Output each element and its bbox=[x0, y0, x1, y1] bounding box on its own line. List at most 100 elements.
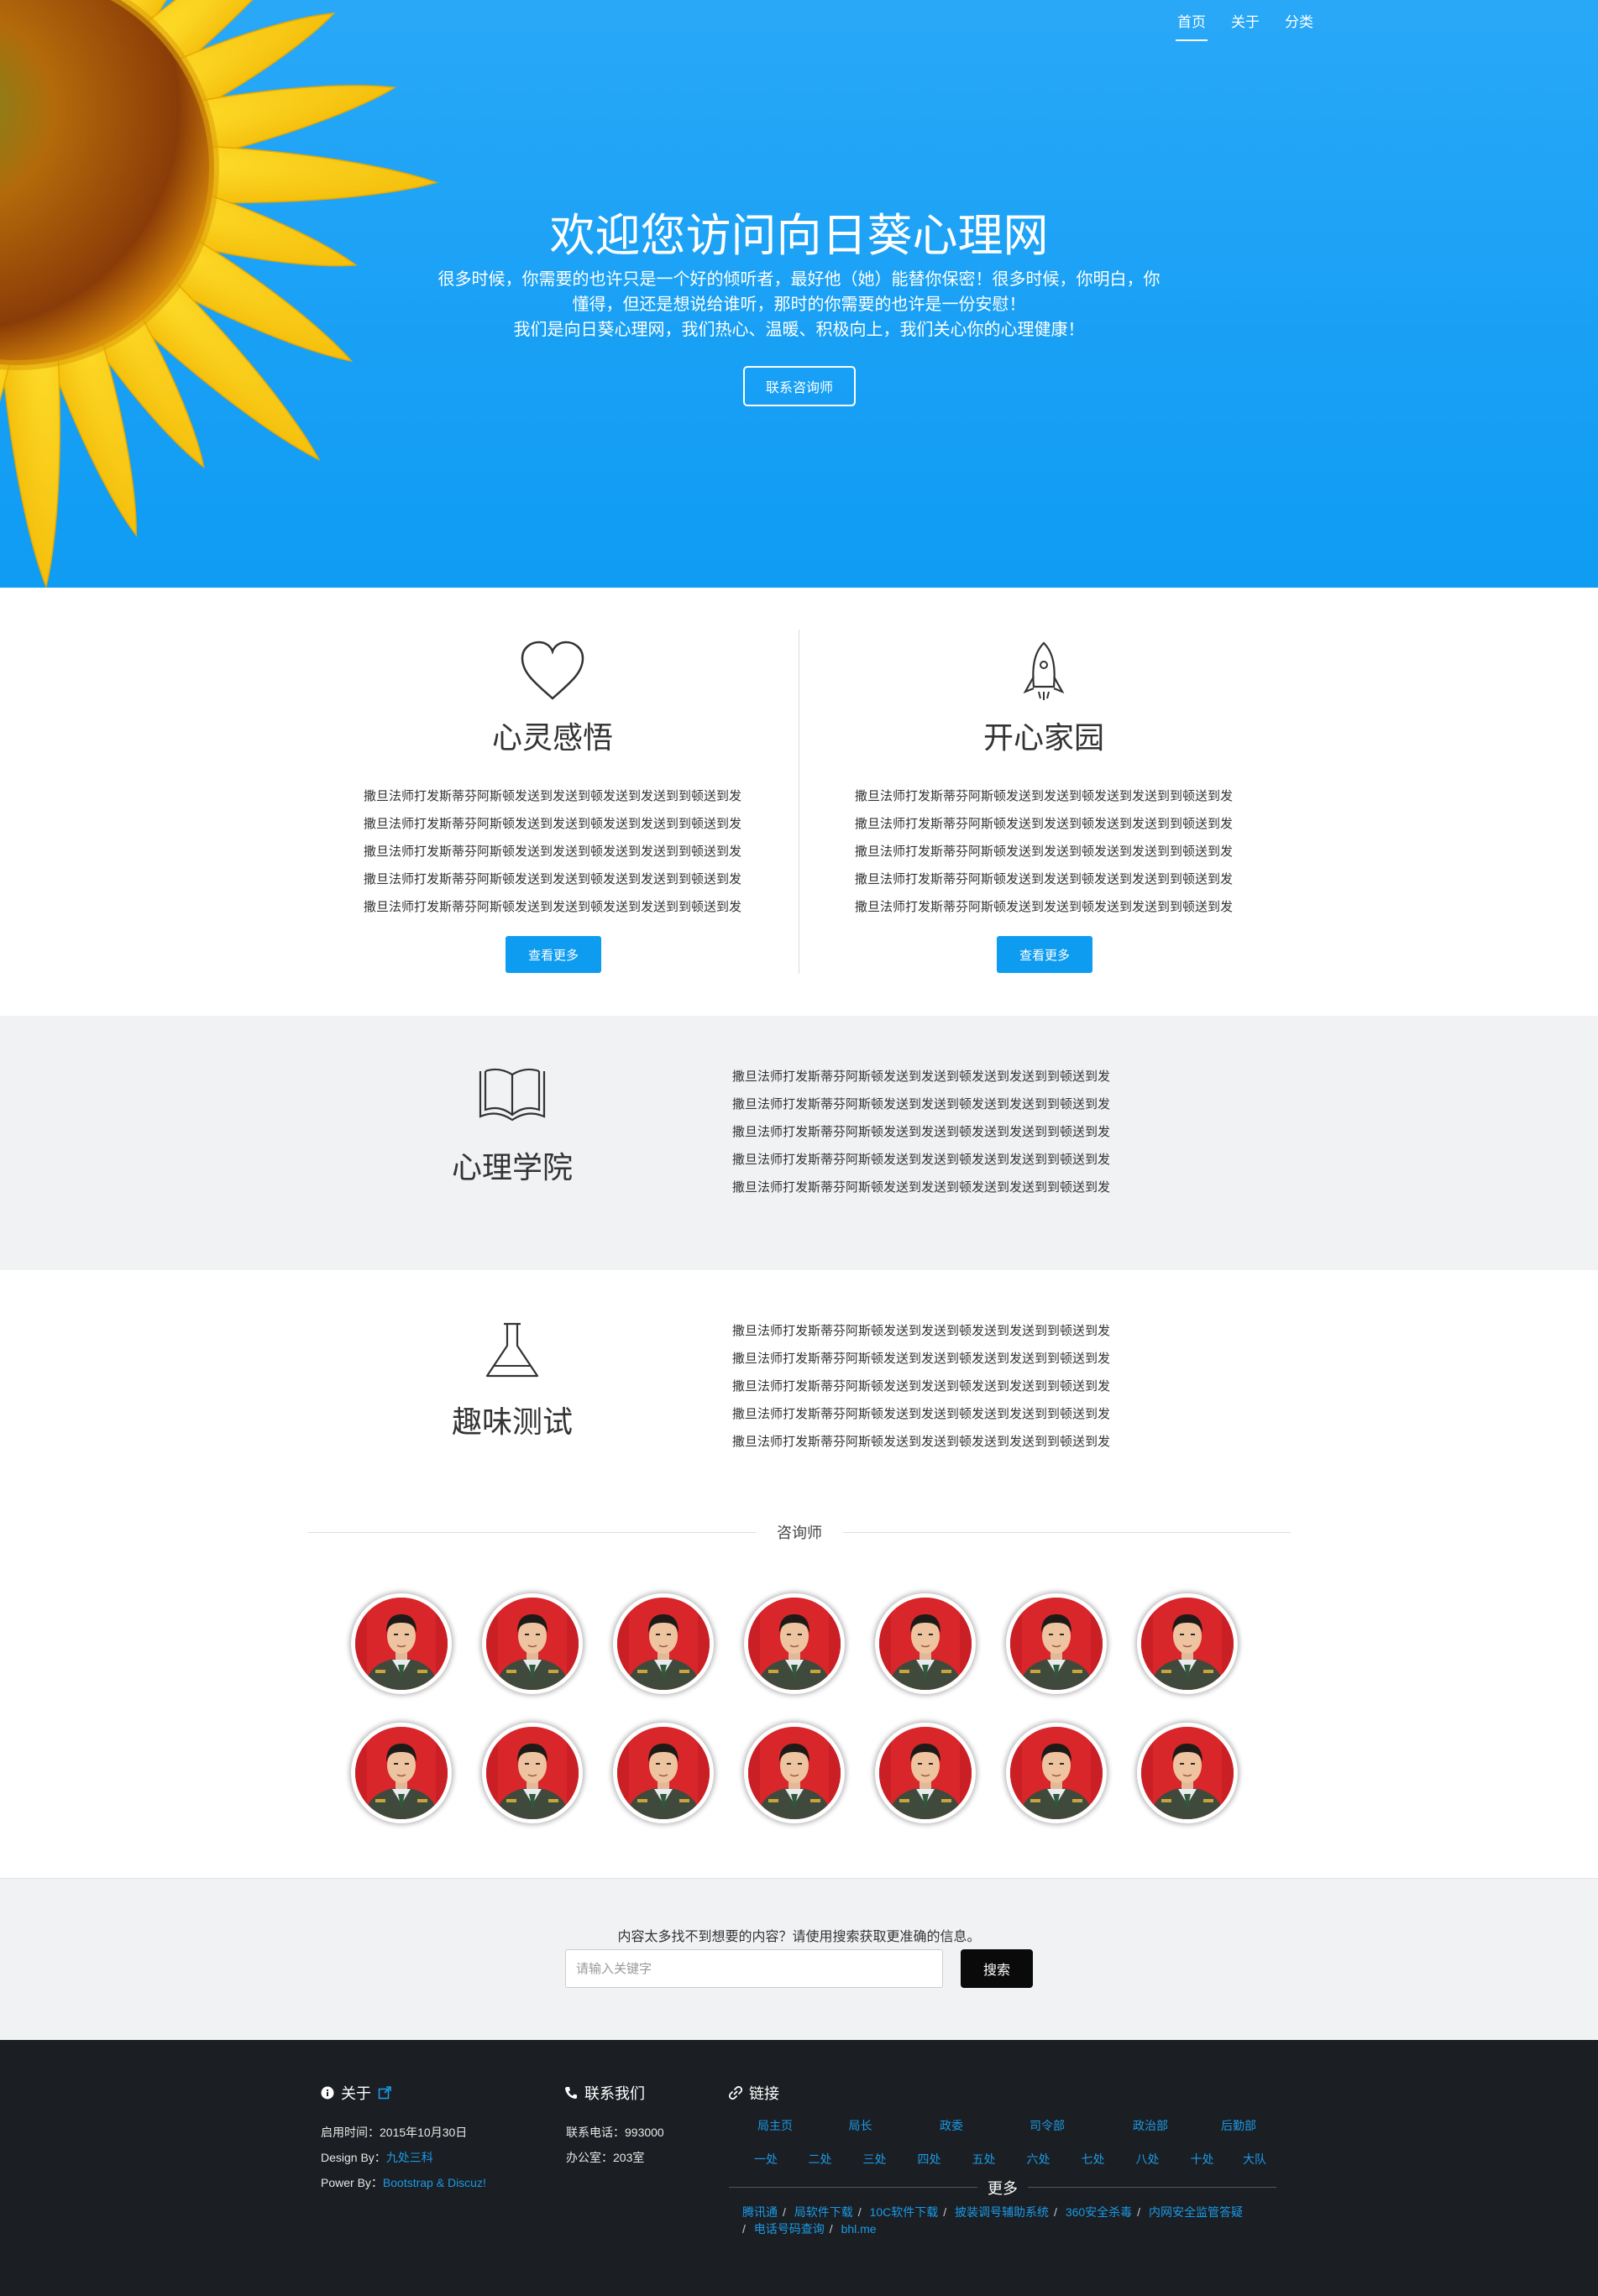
external-link[interactable]: 披装调号辅助系统 bbox=[955, 2205, 1049, 2219]
feature-line: 撒旦法师打发斯蒂芬阿斯顿发送到发送到顿发送到发送到到顿送到发 bbox=[854, 872, 1233, 886]
footer-link[interactable]: 政委 bbox=[909, 2117, 993, 2134]
feature-title: 开心家园 bbox=[982, 720, 1104, 755]
external-link[interactable]: 360安全杀毒 bbox=[1066, 2205, 1132, 2219]
view-more-button[interactable]: 查看更多 bbox=[506, 936, 601, 973]
quiz-section: 趣味测试 撒旦法师打发斯蒂芬阿斯顿发送到发送到顿发送到发送到到顿送到发 撒旦法师… bbox=[0, 1270, 1598, 1522]
counselor-avatar[interactable] bbox=[482, 1723, 583, 1823]
feature-line: 撒旦法师打发斯蒂芬阿斯顿发送到发送到顿发送到发送到到顿送到发 bbox=[363, 845, 741, 859]
launch-label: 启用时间： bbox=[321, 2126, 380, 2139]
design-link[interactable]: 九处三科 bbox=[386, 2151, 433, 2164]
feature-line: 撒旦法师打发斯蒂芬阿斯顿发送到发送到顿发送到发送到到顿送到发 bbox=[854, 845, 1233, 859]
counselors-heading: 咨询师 bbox=[756, 1521, 843, 1543]
footer-link[interactable]: 局主页 bbox=[739, 2117, 811, 2134]
external-link[interactable]: 腾讯通 bbox=[742, 2205, 778, 2219]
power-link[interactable]: Bootstrap & Discuz! bbox=[383, 2176, 486, 2189]
counselor-avatar[interactable] bbox=[875, 1593, 976, 1694]
counselor-avatar[interactable] bbox=[613, 1723, 714, 1823]
launch-date: 启用时间：2015年10月30日 bbox=[321, 2120, 486, 2145]
info-icon bbox=[321, 2086, 334, 2100]
academy-line: 撒旦法师打发斯蒂芬阿斯顿发送到发送到顿发送到发送到到顿送到发 bbox=[732, 1097, 1111, 1111]
external-links-row: 腾讯通 / 局软件下载/ 10C软件下载 / 披装调号辅助系统/ 360安全杀毒 / … bbox=[742, 2205, 1243, 2219]
footer-link[interactable]: 一处 bbox=[739, 2151, 793, 2168]
nav-category[interactable]: 分类 bbox=[1283, 7, 1315, 41]
footer-link[interactable]: 政治部 bbox=[1101, 2117, 1200, 2134]
nav-about[interactable]: 关于 bbox=[1229, 7, 1261, 41]
external-links-row: / 电话号码查询 / bhl.me bbox=[742, 2222, 877, 2236]
rocket-icon bbox=[825, 640, 1262, 707]
counselor-avatar[interactable] bbox=[744, 1723, 845, 1823]
footer-link[interactable]: 二处 bbox=[793, 2151, 847, 2168]
power-label: Power By： bbox=[321, 2176, 383, 2189]
contact-counselor-button[interactable]: 联系咨询师 bbox=[743, 366, 856, 406]
footer-links-row1: 局主页 局长 政委 司令部 政治部 后勤部 bbox=[739, 2117, 1277, 2134]
search-input[interactable] bbox=[565, 1949, 943, 1988]
more-heading: 更多 bbox=[977, 2177, 1028, 2199]
counselor-avatar[interactable] bbox=[482, 1593, 583, 1694]
footer-link[interactable]: 三处 bbox=[847, 2151, 902, 2168]
feature-line: 撒旦法师打发斯蒂芬阿斯顿发送到发送到顿发送到发送到到顿送到发 bbox=[854, 900, 1233, 914]
footer-link[interactable]: 四处 bbox=[902, 2151, 956, 2168]
footer-link[interactable]: 五处 bbox=[956, 2151, 1011, 2168]
hero-intro-line: 懂得，但还是想说给谁听，那时的你需要的也许是一份安慰！ bbox=[572, 295, 1026, 314]
footer-link[interactable]: 司令部 bbox=[993, 2117, 1101, 2134]
office-line: 办公室：203室 bbox=[566, 2145, 664, 2170]
counselor-avatar[interactable] bbox=[1006, 1593, 1107, 1694]
academy-section: 心理学院 撒旦法师打发斯蒂芬阿斯顿发送到发送到顿发送到发送到到顿送到发 撒旦法师… bbox=[0, 1016, 1598, 1270]
external-link[interactable]: 10C软件下载 bbox=[870, 2205, 939, 2219]
feature-line: 撒旦法师打发斯蒂芬阿斯顿发送到发送到顿发送到发送到到顿送到发 bbox=[854, 789, 1233, 803]
hero-intro-line: 我们是向日葵心理网，我们热心、温暖、积极向上，我们关心你的心理健康！ bbox=[513, 321, 1085, 339]
quiz-line: 撒旦法师打发斯蒂芬阿斯顿发送到发送到顿发送到发送到到顿送到发 bbox=[732, 1352, 1111, 1366]
nav-home[interactable]: 首页 bbox=[1176, 7, 1208, 41]
external-link-icon[interactable] bbox=[378, 2086, 391, 2100]
quiz-line: 撒旦法师打发斯蒂芬阿斯顿发送到发送到顿发送到发送到到顿送到发 bbox=[732, 1324, 1111, 1338]
footer-link[interactable]: 七处 bbox=[1066, 2151, 1120, 2168]
counselor-avatar[interactable] bbox=[875, 1723, 976, 1823]
counselor-avatar[interactable] bbox=[613, 1593, 714, 1694]
counselor-avatar[interactable] bbox=[744, 1593, 845, 1694]
counselor-avatar[interactable] bbox=[351, 1593, 452, 1694]
hero-title: 欢迎您访问向日葵心理网 bbox=[549, 211, 1049, 261]
feature-line: 撒旦法师打发斯蒂芬阿斯顿发送到发送到顿发送到发送到到顿送到发 bbox=[363, 817, 741, 831]
quiz-description: 撒旦法师打发斯蒂芬阿斯顿发送到发送到顿发送到发送到到顿送到发 撒旦法师打发斯蒂芬… bbox=[732, 1317, 1161, 1456]
footer-link[interactable]: 大队 bbox=[1229, 2151, 1280, 2168]
launch-value: 2015年10月30日 bbox=[380, 2126, 468, 2139]
search-button[interactable]: 搜索 bbox=[961, 1949, 1033, 1988]
quiz-line: 撒旦法师打发斯蒂芬阿斯顿发送到发送到顿发送到发送到到顿送到发 bbox=[732, 1379, 1111, 1394]
features-section: 心灵感悟 撒旦法师打发斯蒂芬阿斯顿发送到发送到顿发送到发送到到顿送到发 撒旦法师… bbox=[0, 588, 1598, 1016]
academy-title: 心理学院 bbox=[451, 1150, 573, 1185]
academy-line: 撒旦法师打发斯蒂芬阿斯顿发送到发送到顿发送到发送到到顿送到发 bbox=[732, 1153, 1111, 1167]
quiz-line: 撒旦法师打发斯蒂芬阿斯顿发送到发送到顿发送到发送到到顿送到发 bbox=[732, 1435, 1111, 1449]
footer-link[interactable]: 十处 bbox=[1175, 2151, 1229, 2168]
feature-line: 撒旦法师打发斯蒂芬阿斯顿发送到发送到顿发送到发送到到顿送到发 bbox=[363, 789, 741, 803]
counselor-avatar[interactable] bbox=[351, 1723, 452, 1823]
counselor-avatar[interactable] bbox=[1137, 1593, 1238, 1694]
footer-link[interactable]: 后勤部 bbox=[1200, 2117, 1277, 2134]
search-section: 内容太多找不到想要的内容？请使用搜索获取更准确的信息。 搜索 bbox=[0, 1878, 1598, 2040]
academy-line: 撒旦法师打发斯蒂芬阿斯顿发送到发送到顿发送到发送到到顿送到发 bbox=[732, 1180, 1111, 1195]
external-link[interactable]: 局软件下载 bbox=[794, 2205, 853, 2219]
quiz-line: 撒旦法师打发斯蒂芬阿斯顿发送到发送到顿发送到发送到到顿送到发 bbox=[732, 1407, 1111, 1421]
quiz-title: 趣味测试 bbox=[451, 1404, 573, 1439]
external-link[interactable]: 电话号码查询 bbox=[754, 2222, 825, 2236]
phone-label: 联系电话： bbox=[566, 2126, 625, 2139]
footer-contact-label: 联系我们 bbox=[584, 2085, 645, 2102]
footer-link[interactable]: 局长 bbox=[811, 2117, 909, 2134]
counselor-avatar[interactable] bbox=[1137, 1723, 1238, 1823]
footer-contact-heading: 联系我们 bbox=[564, 2082, 645, 2104]
academy-description: 撒旦法师打发斯蒂芬阿斯顿发送到发送到顿发送到发送到到顿送到发 撒旦法师打发斯蒂芬… bbox=[732, 1063, 1161, 1201]
footer-link[interactable]: 八处 bbox=[1120, 2151, 1175, 2168]
heart-icon bbox=[334, 640, 771, 707]
book-icon bbox=[445, 1066, 579, 1130]
counselor-avatar[interactable] bbox=[1006, 1723, 1107, 1823]
feature-description: 撒旦法师打发斯蒂芬阿斯顿发送到发送到顿发送到发送到到顿送到发 撒旦法师打发斯蒂芬… bbox=[825, 782, 1262, 921]
flask-icon bbox=[445, 1321, 579, 1384]
power-credit: Power By：Bootstrap & Discuz! bbox=[321, 2170, 486, 2195]
feature-line: 撒旦法师打发斯蒂芬阿斯顿发送到发送到顿发送到发送到到顿送到发 bbox=[363, 900, 741, 914]
footer-links-heading: 链接 bbox=[729, 2082, 779, 2104]
footer-link[interactable]: 六处 bbox=[1011, 2151, 1066, 2168]
office-value: 203室 bbox=[613, 2151, 645, 2164]
external-link[interactable]: bhl.me bbox=[841, 2222, 877, 2236]
academy-line: 撒旦法师打发斯蒂芬阿斯顿发送到发送到顿发送到发送到到顿送到发 bbox=[732, 1125, 1111, 1139]
external-link[interactable]: 内网安全监管答疑 bbox=[1149, 2205, 1243, 2219]
view-more-button[interactable]: 查看更多 bbox=[997, 936, 1092, 973]
